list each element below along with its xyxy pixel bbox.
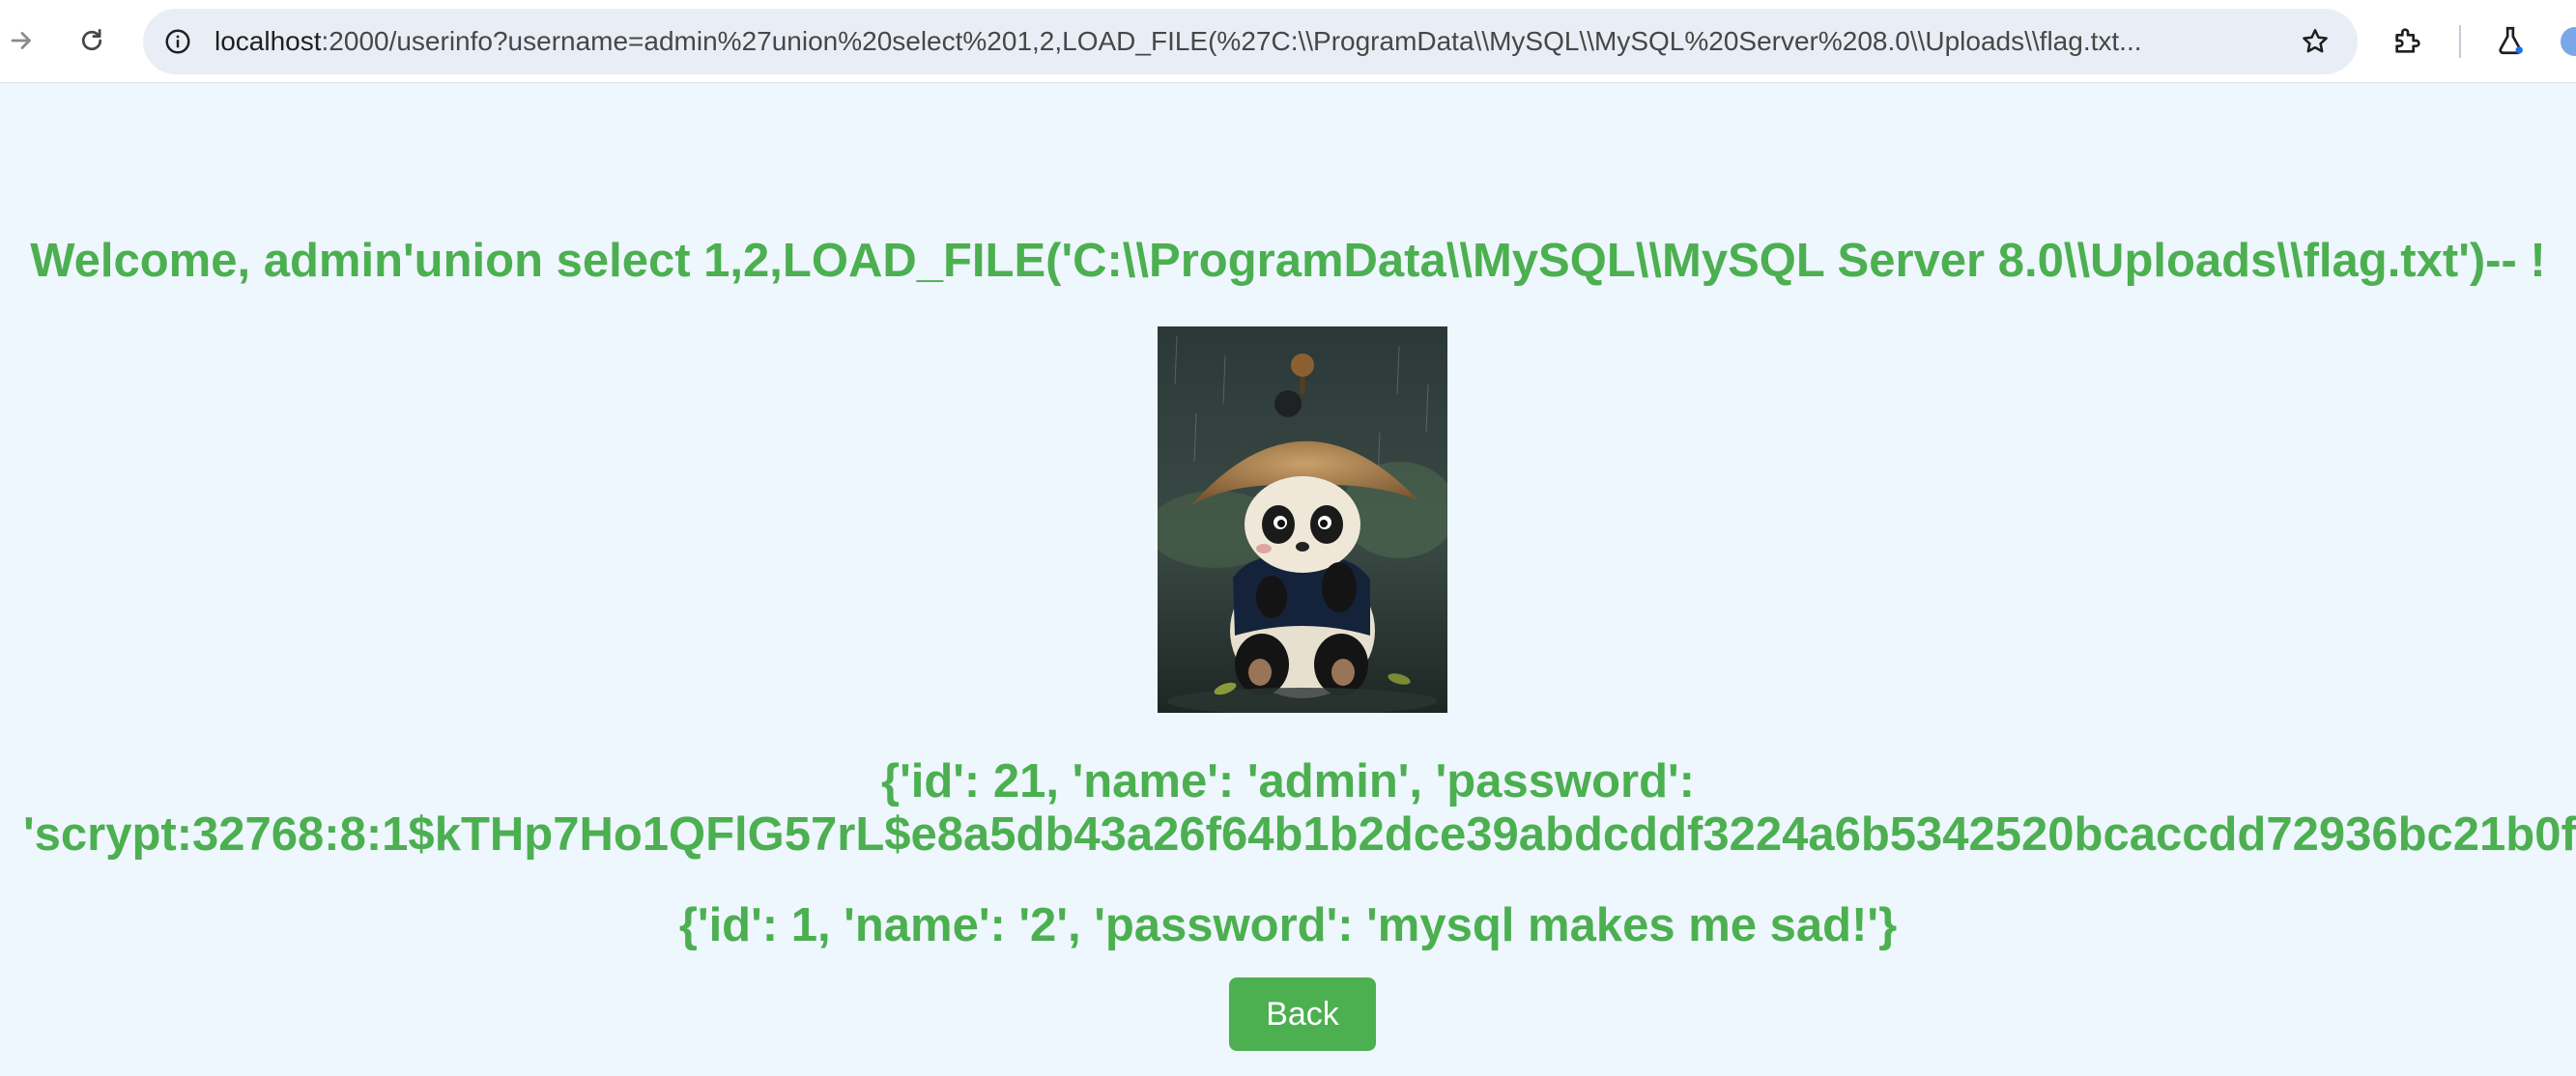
back-button[interactable]: Back (1229, 977, 1376, 1051)
star-icon[interactable] (2294, 20, 2336, 63)
url-host: localhost (215, 26, 322, 56)
avatar[interactable] (2561, 27, 2576, 56)
flask-icon[interactable] (2484, 14, 2536, 67)
url-text[interactable]: localhost:2000/userinfo?username=admin%2… (215, 9, 2273, 74)
info-icon[interactable] (158, 22, 197, 61)
query-result-1: {'id': 21, 'name': 'admin', 'password': … (0, 755, 2576, 862)
address-bar[interactable]: localhost:2000/userinfo?username=admin%2… (143, 9, 2358, 74)
reload-icon[interactable] (66, 14, 118, 67)
browser-toolbar: localhost:2000/userinfo?username=admin%2… (0, 0, 2576, 83)
url-path: :2000/userinfo?username=admin%27union%20… (321, 26, 2142, 56)
arrow-right-icon[interactable] (0, 14, 48, 67)
toolbar-divider (2459, 25, 2461, 58)
puzzle-icon[interactable] (2382, 14, 2434, 67)
panda-image (1158, 326, 1447, 713)
query-result-2: {'id': 1, 'name': '2', 'password': 'mysq… (678, 899, 1898, 951)
query-result-1-line-1: {'id': 21, 'name': 'admin', 'password': (881, 755, 1695, 807)
welcome-heading: Welcome, admin'union select 1,2,LOAD_FIL… (30, 235, 2546, 287)
page-content: Welcome, admin'union select 1,2,LOAD_FIL… (0, 84, 2576, 1076)
query-result-1-line-2: 'scrypt:32768:8:1$kTHp7Ho1QFlG57rL$e8a5d… (23, 808, 2576, 861)
